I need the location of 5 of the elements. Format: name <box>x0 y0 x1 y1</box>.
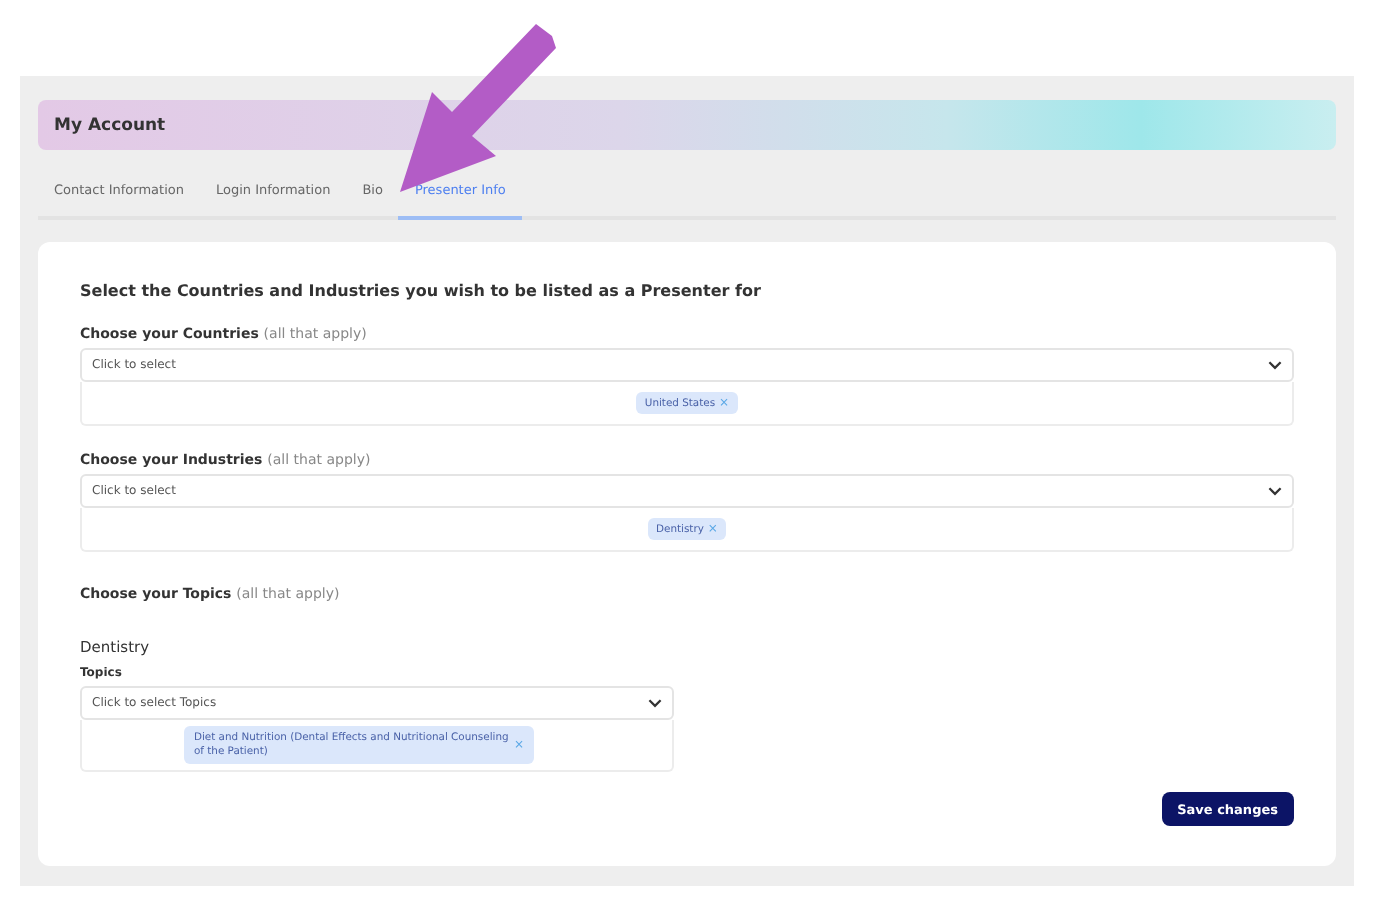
chevron-down-icon <box>648 698 662 708</box>
section-heading: Select the Countries and Industries you wish to be listed as a Presenter for <box>80 282 763 300</box>
chevron-down-icon <box>1268 360 1282 370</box>
chevron-down-icon <box>1268 486 1282 496</box>
page-title: My Account <box>54 115 166 135</box>
